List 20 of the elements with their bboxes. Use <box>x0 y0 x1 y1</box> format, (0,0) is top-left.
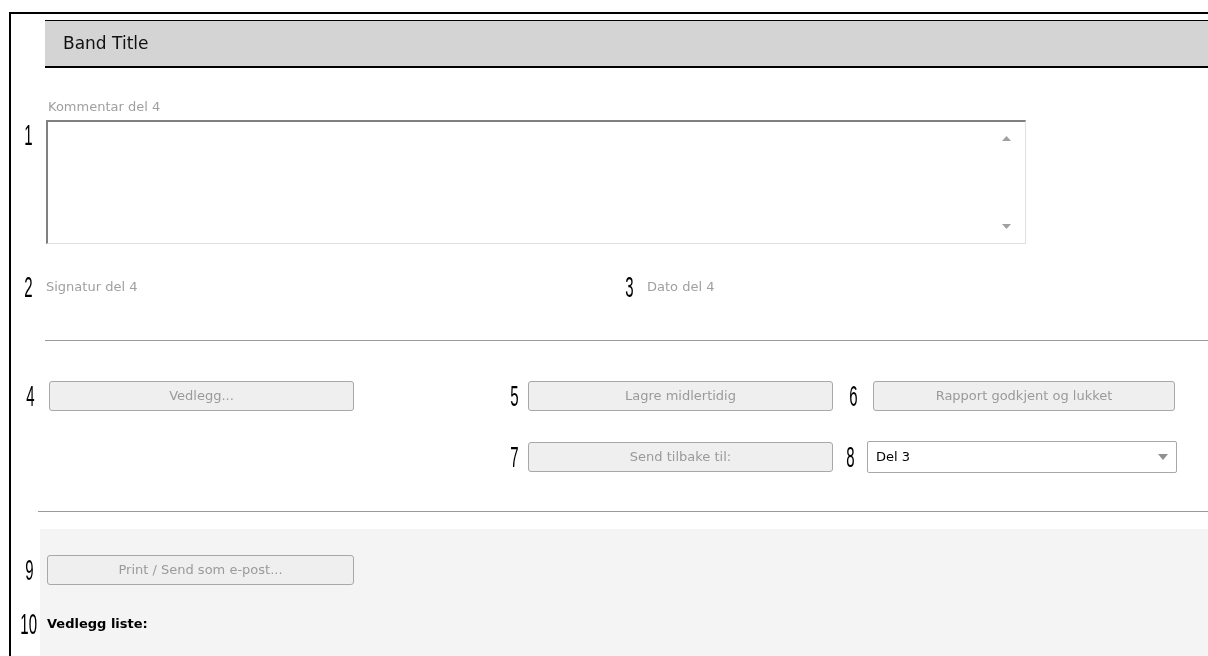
callout-number: 9 <box>24 555 34 585</box>
callout-number: 3 <box>624 272 634 302</box>
attachment-list-label: Vedlegg liste: <box>47 615 148 634</box>
callout-number: 2 <box>24 272 33 302</box>
comment-label: Kommentar del 4 <box>48 99 161 114</box>
signature-label: Signatur del 4 <box>46 278 139 297</box>
callout-number: 4 <box>25 381 35 411</box>
callout-number: 10 <box>20 609 38 639</box>
callout-number: 6 <box>848 381 858 411</box>
callout-number: 7 <box>509 442 519 472</box>
callout-number: 8 <box>845 442 855 472</box>
date-label: Dato del 4 <box>647 278 715 297</box>
scroll-down-icon[interactable] <box>1002 224 1011 229</box>
callout-number: 1 <box>24 120 33 153</box>
comment-field[interactable] <box>46 120 1026 244</box>
band-title: Band Title <box>63 31 149 55</box>
dropdown-caret-icon <box>1158 454 1168 460</box>
scroll-up-icon[interactable] <box>1002 136 1011 141</box>
callout-number: 5 <box>509 381 519 411</box>
department-dropdown[interactable]: Del 3 <box>867 441 1177 473</box>
